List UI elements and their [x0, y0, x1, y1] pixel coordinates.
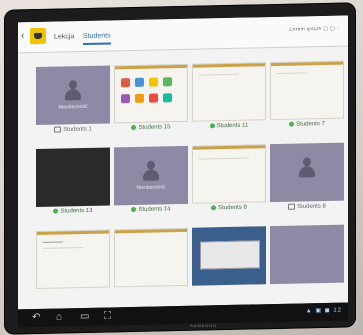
student-thumbnail: Nieobecność: [114, 145, 188, 206]
student-thumbnail: [270, 60, 344, 121]
tab-lekcja[interactable]: Lekcja: [54, 33, 74, 40]
absent-label: Nieobecność: [58, 103, 88, 111]
student-card[interactable]: Nieobecność Students 14: [114, 145, 188, 213]
online-status-icon: [53, 208, 59, 214]
person-icon: [65, 80, 81, 102]
online-status-icon: [131, 206, 137, 213]
student-caption: Students 15: [114, 124, 188, 132]
student-card[interactable]: [36, 229, 110, 290]
student-thumbnail: [270, 224, 344, 285]
student-card[interactable]: Students 11: [192, 62, 266, 129]
online-status-icon: [131, 124, 137, 131]
student-card[interactable]: Students 8: [270, 142, 344, 210]
student-caption: Students 13: [36, 207, 110, 215]
app-logo-icon: [30, 27, 46, 45]
student-caption: Students 11: [192, 122, 266, 130]
student-thumbnail: [192, 144, 266, 204]
student-caption: Students 8: [192, 204, 266, 212]
online-status-icon: [289, 121, 295, 127]
student-caption: Students 8: [270, 203, 344, 211]
student-card[interactable]: Students 13: [36, 147, 110, 215]
online-status-icon: [211, 205, 217, 211]
lock-icon: [288, 203, 296, 210]
home-nav-icon[interactable]: ⌂: [56, 311, 62, 323]
student-caption: Students 1: [36, 125, 110, 133]
student-card[interactable]: Students 15: [114, 63, 188, 131]
student-thumbnail: [114, 227, 188, 288]
person-icon: [299, 157, 315, 179]
student-caption: Students 14: [114, 206, 188, 214]
student-card[interactable]: [192, 226, 266, 286]
student-card[interactable]: Nieobecność Students 1: [36, 65, 110, 133]
student-card[interactable]: Students 8: [192, 144, 266, 211]
top-bar: ‹ Lekcja Students Lorem ipsum ▢ ▢ ◌: [18, 15, 348, 54]
dialog-window: [200, 240, 260, 270]
students-grid: Nieobecność Students 1 Students 15 Stude…: [36, 60, 344, 310]
tab-students[interactable]: Students: [83, 32, 111, 46]
app-grid-icon: [119, 71, 185, 112]
lock-icon: [54, 126, 62, 133]
student-thumbnail: [36, 229, 110, 290]
status-icons: ▲ ▣ ◼ 12: [305, 307, 342, 315]
student-card[interactable]: [270, 224, 344, 285]
online-status-icon: [209, 123, 215, 129]
student-card[interactable]: [114, 227, 188, 288]
back-chevron-icon[interactable]: ‹: [21, 30, 24, 41]
tablet-bezel: ‹ Lekcja Students Lorem ipsum ▢ ▢ ◌ Nieo…: [4, 2, 356, 335]
student-thumbnail: [192, 226, 266, 286]
absent-label: Nieobecność: [136, 184, 166, 191]
person-icon: [143, 160, 159, 182]
student-thumbnail: Nieobecność: [36, 65, 110, 126]
screenshot-icon[interactable]: ⛶: [104, 310, 111, 322]
brand-logo: SAMSUNG: [190, 323, 218, 328]
student-caption: Students 7: [270, 121, 344, 129]
student-thumbnail: [36, 147, 110, 208]
student-card[interactable]: Students 7: [270, 60, 344, 128]
student-thumbnail: [270, 142, 344, 203]
student-thumbnail: [192, 62, 266, 122]
recent-apps-icon[interactable]: ▭: [80, 311, 89, 323]
toolbar-actions[interactable]: Lorem ipsum ▢ ▢ ◌: [289, 26, 340, 33]
student-thumbnail: [114, 63, 188, 124]
tablet-screen: ‹ Lekcja Students Lorem ipsum ▢ ▢ ◌ Nieo…: [18, 15, 348, 310]
back-nav-icon[interactable]: ↶: [32, 312, 40, 324]
